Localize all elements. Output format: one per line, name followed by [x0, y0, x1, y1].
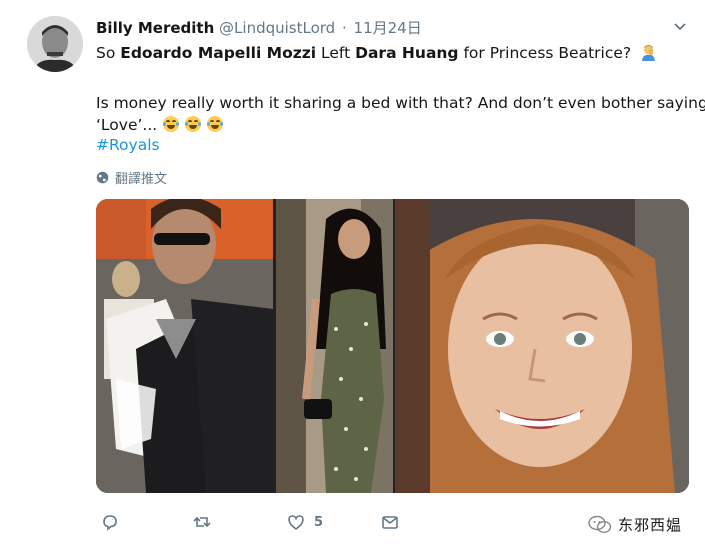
tears-of-joy-emoji-icon — [163, 116, 180, 132]
author-display-name[interactable]: Billy Meredith — [96, 19, 214, 37]
tweet-text-line-1: So Edoardo Mapelli Mozzi Left Dara Huang… — [96, 42, 657, 64]
text-segment: for Princess Beatrice? — [458, 44, 632, 62]
translate-tweet[interactable]: 翻譯推文 — [96, 168, 167, 187]
tweet-header: Billy Meredith @LindquistLord · 11月24日 — [96, 17, 422, 38]
globe-icon — [96, 171, 109, 184]
heart-icon — [288, 515, 304, 530]
text-segment: So — [96, 44, 121, 62]
translate-label: 翻譯推文 — [115, 172, 168, 187]
name-edoardo: Edoardo Mapelli Mozzi — [120, 44, 317, 62]
like-button[interactable]: 5 — [286, 512, 323, 532]
retweet-button[interactable] — [192, 512, 220, 532]
facepalm-emoji-icon — [642, 45, 656, 61]
direct-message-button[interactable] — [380, 512, 400, 532]
media-photo-3[interactable] — [395, 199, 689, 493]
like-count: 5 — [314, 514, 324, 530]
tweet-text-line-3: ‘Love’... — [96, 114, 224, 136]
tweet-text-line-2: Is money really worth it sharing a bed w… — [96, 94, 705, 112]
tweet-media-grid[interactable] — [96, 199, 689, 493]
separator: · — [341, 19, 347, 37]
retweet-icon — [193, 516, 211, 528]
avatar[interactable] — [27, 16, 83, 72]
tweet-timestamp[interactable]: 11月24日 — [354, 19, 422, 37]
watermark-text: 东邪西媪 — [618, 516, 683, 534]
media-photo-1[interactable] — [96, 199, 273, 493]
text-segment: ‘Love’... — [96, 116, 158, 134]
wechat-icon — [588, 515, 612, 533]
hashtag-link[interactable]: #Royals — [96, 136, 160, 154]
tweet-card: Billy Meredith @LindquistLord · 11月24日 S… — [0, 0, 705, 554]
tears-of-joy-emoji-icon — [185, 116, 202, 132]
media-photo-2[interactable] — [276, 199, 393, 493]
text-segment: Left — [316, 44, 356, 62]
tears-of-joy-emoji-icon — [207, 116, 224, 132]
name-dara: Dara Huang — [355, 44, 459, 62]
watermark: 东邪西媪 — [588, 514, 682, 535]
reply-icon — [103, 515, 117, 531]
chevron-down-icon[interactable] — [672, 18, 688, 34]
reply-button[interactable] — [100, 512, 128, 532]
envelope-icon — [382, 516, 398, 529]
author-handle[interactable]: @LindquistLord — [219, 19, 335, 37]
